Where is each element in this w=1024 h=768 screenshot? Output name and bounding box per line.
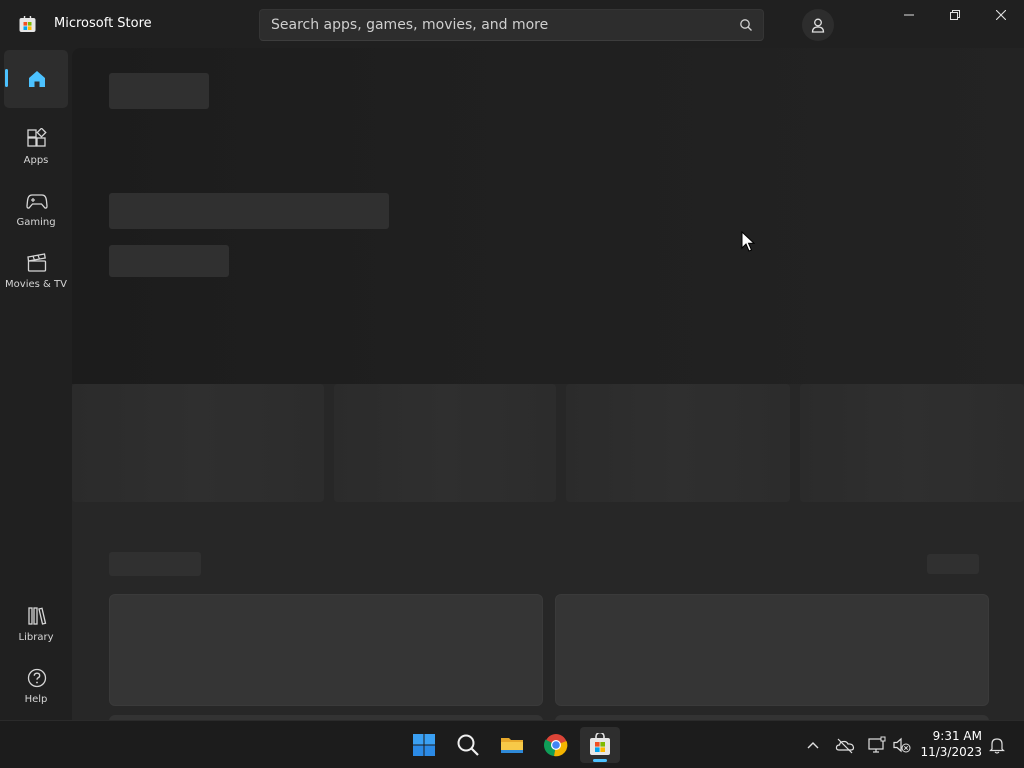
home-icon [29,71,45,87]
taskbar: 9:31 AM 11/3/2023 [0,720,1024,768]
help-icon [27,668,47,688]
taskbar-microsoft-store-button[interactable] [580,727,620,763]
skeleton-tile [72,384,324,502]
start-icon [413,734,435,756]
skeleton-tile [334,384,556,502]
gamepad-icon [26,194,48,209]
skeleton-button [109,245,229,277]
skeleton-card [555,594,989,706]
volume-muted-icon[interactable] [892,735,912,755]
active-indicator [5,69,8,87]
title-bar: Microsoft Store Search apps, games, movi… [0,0,1024,48]
microsoft-store-icon [590,733,610,755]
clapperboard-icon [27,253,47,272]
clock-time: 9:31 AM [932,729,982,743]
skeleton-title [109,73,209,109]
clock-date: 11/3/2023 [920,745,982,759]
sidebar-item-apps[interactable]: Apps [4,118,68,176]
skeleton-tile [566,384,790,502]
file-explorer-icon [501,738,523,753]
sidebar-item-label: Help [24,694,48,705]
taskbar-search-button[interactable] [448,727,488,763]
active-app-indicator [593,759,607,762]
minimize-icon [904,14,914,16]
sidebar-item-label: Movies & TV [5,279,67,290]
microsoft-store-logo-icon [19,16,36,32]
skeleton-section-title [109,552,201,576]
restore-button[interactable] [932,0,978,32]
library-icon [28,607,47,625]
network-icon[interactable] [867,735,887,755]
skeleton-headline [109,193,389,229]
taskbar-file-explorer-button[interactable] [492,727,532,763]
account-button[interactable] [802,9,834,41]
search-icon [457,734,479,756]
skeleton-tile [800,384,1024,502]
sidebar-item-help[interactable]: Help [4,657,68,715]
search-icon[interactable] [739,18,753,32]
sidebar: Apps Gaming Movies & TV Library Help [0,48,72,720]
minimize-button[interactable] [886,0,932,32]
taskbar-chrome-button[interactable] [536,727,576,763]
sidebar-item-label: Gaming [16,217,56,228]
person-icon [811,18,825,33]
sidebar-item-home[interactable] [4,50,68,108]
close-button[interactable] [978,0,1024,32]
mouse-cursor-icon [741,231,755,252]
chrome-icon [544,734,568,757]
hero-banner-placeholder [72,48,1024,384]
sidebar-item-label: Library [18,632,54,643]
restore-icon [950,10,960,20]
search-box[interactable]: Search apps, games, movies, and more [259,9,764,41]
apps-icon [27,128,47,147]
skeleton-see-all [927,554,979,574]
notification-bell-icon[interactable] [987,735,1007,755]
sidebar-item-gaming[interactable]: Gaming [4,180,68,238]
taskbar-start-button[interactable] [404,727,444,763]
search-input[interactable]: Search apps, games, movies, and more [271,17,548,33]
sidebar-item-library[interactable]: Library [4,595,68,653]
sidebar-item-label: Apps [23,155,49,166]
close-icon [996,10,1006,20]
app-title: Microsoft Store [54,16,152,31]
main-content [72,48,1024,720]
chevron-up-icon[interactable] [803,735,823,755]
taskbar-clock[interactable]: 9:31 AM 11/3/2023 [912,728,982,760]
skeleton-card [109,594,543,706]
onedrive-icon[interactable] [835,735,855,755]
sidebar-item-movies-tv[interactable]: Movies & TV [4,242,68,300]
